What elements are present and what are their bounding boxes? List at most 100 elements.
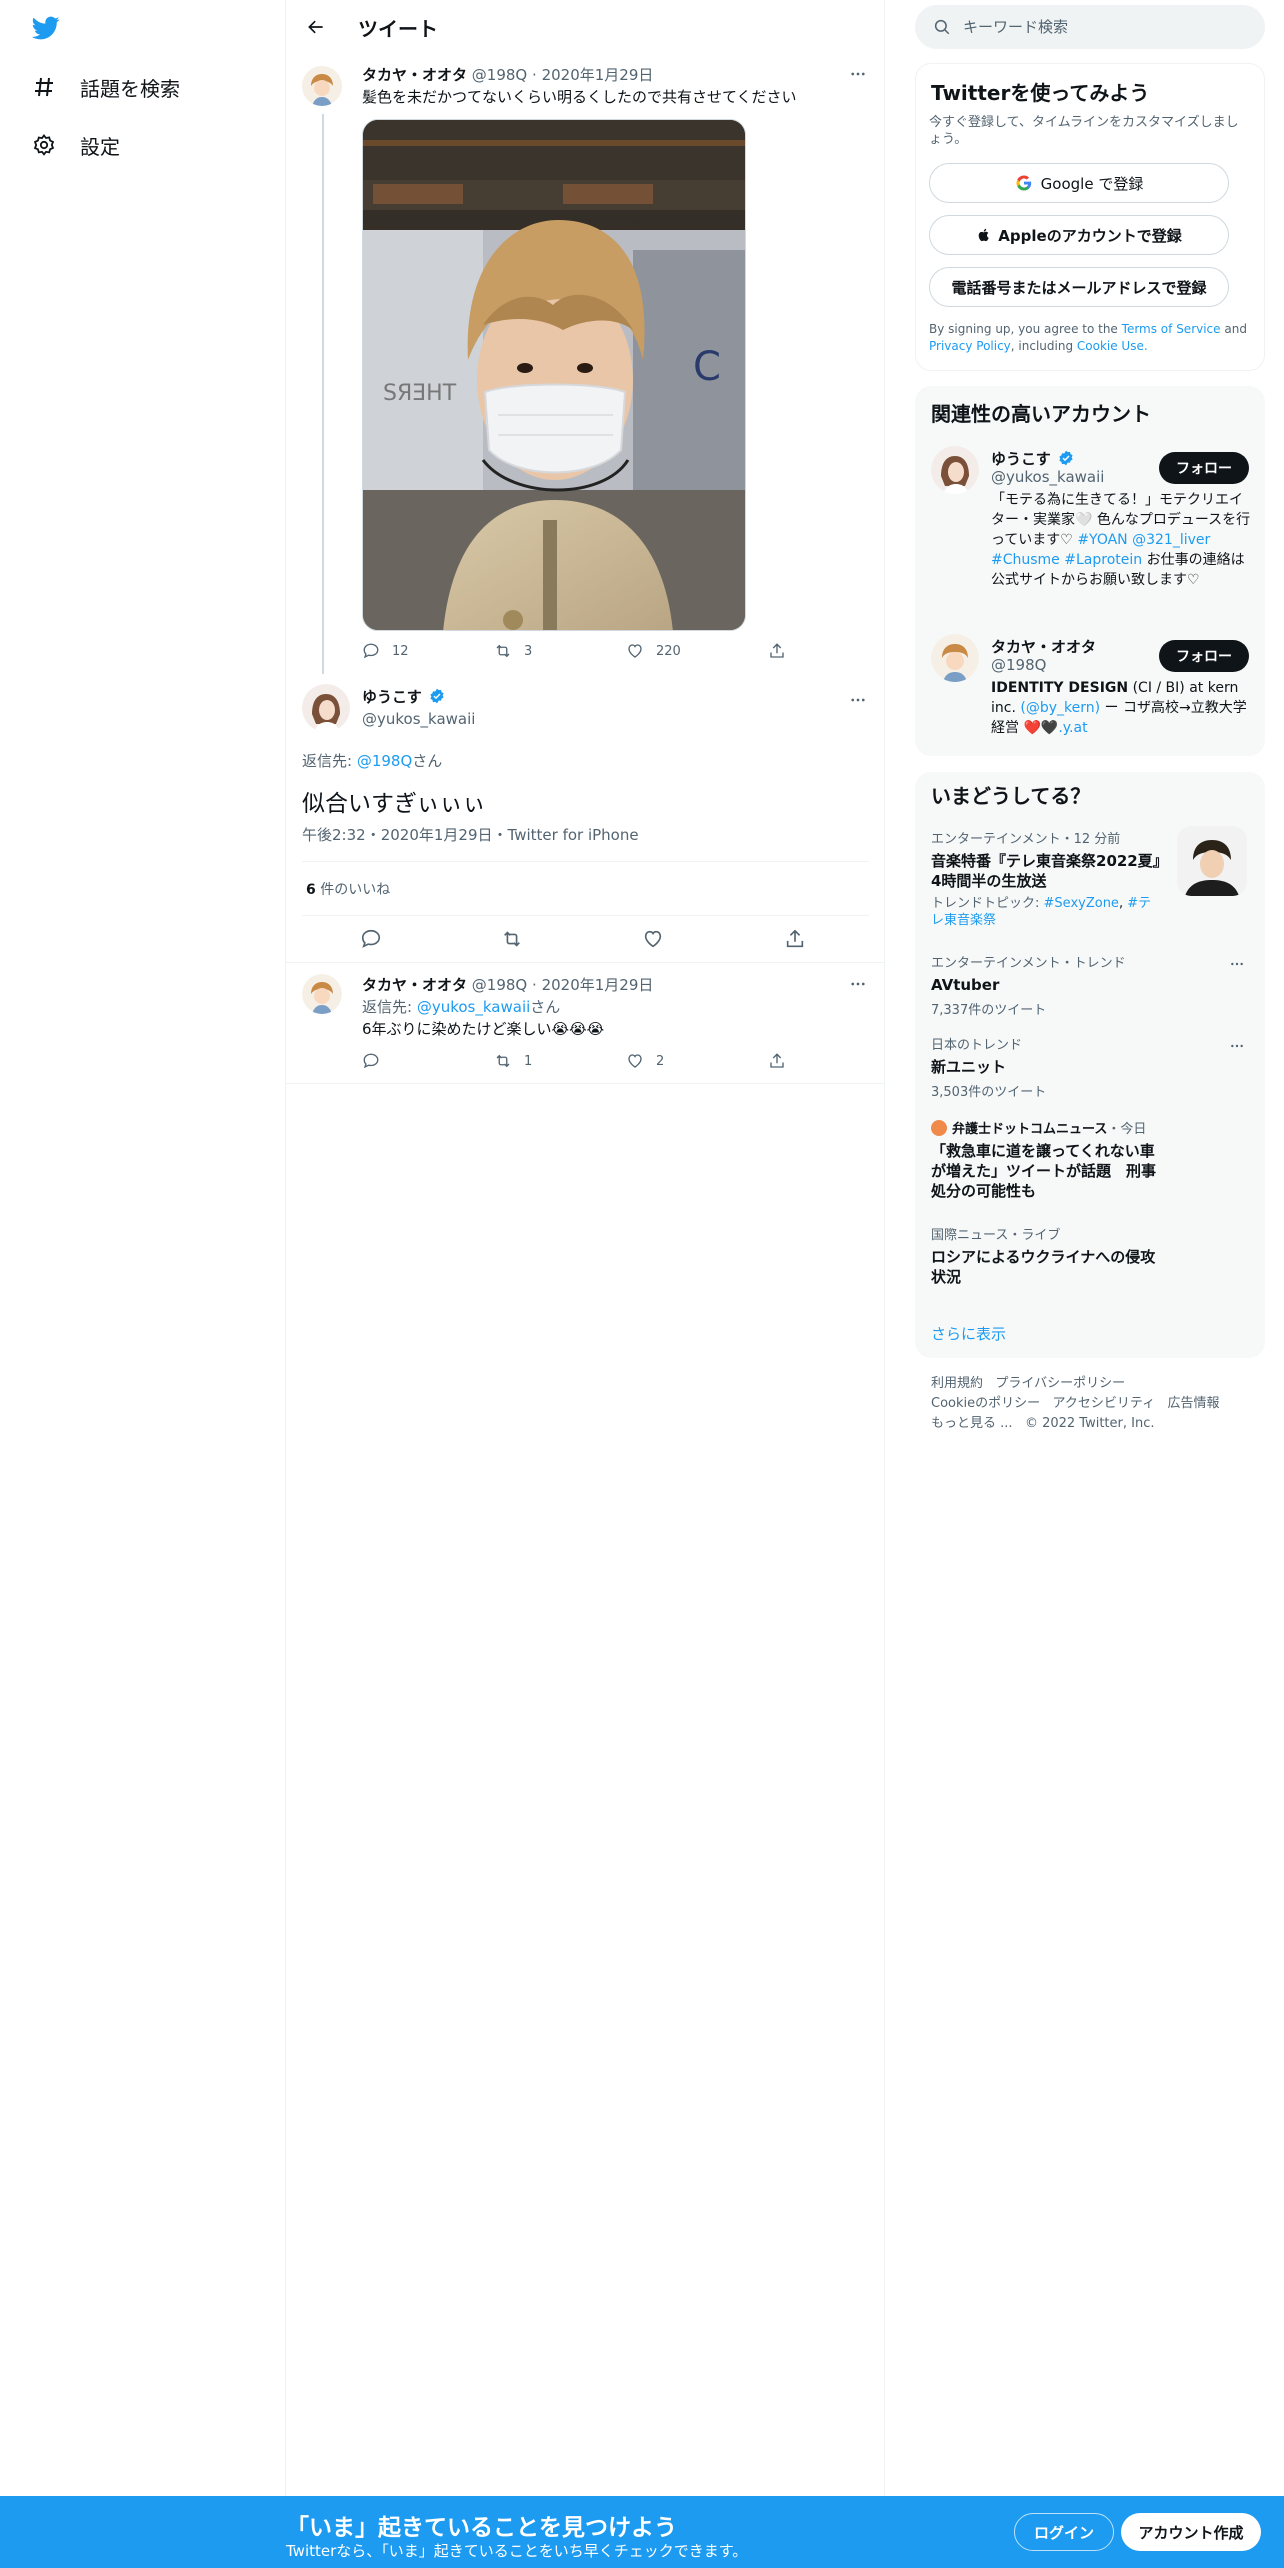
- tweet-date[interactable]: 2020年1月29日: [542, 976, 654, 994]
- news-title: ロシアによるウクライナへの侵攻状況: [931, 1248, 1156, 1286]
- trend-topic-label: トレンドトピック:: [931, 896, 1040, 911]
- tweet-date[interactable]: 2020年1月29日: [381, 826, 493, 844]
- author-handle[interactable]: @yukos_kawaii: [362, 710, 475, 728]
- avatar[interactable]: [302, 974, 342, 1014]
- search-icon: [933, 18, 951, 36]
- more-icon[interactable]: [1225, 952, 1249, 976]
- signup-subtitle: 今すぐ登録して、タイムラインをカスタマイズしましょう。: [929, 115, 1239, 147]
- footer-link[interactable]: Cookieのポリシー: [931, 1396, 1040, 1411]
- bottom-signup-bar: 「いま」起きていることを見つけよう Twitterなら、「いま」起きていることを…: [0, 2496, 1284, 2568]
- retweet-button[interactable]: [501, 928, 523, 950]
- tweet-photo[interactable]: SЯƎHT C: [362, 119, 746, 631]
- share-button[interactable]: [768, 642, 786, 660]
- terms-link[interactable]: Terms of Service: [1122, 322, 1221, 336]
- like-button[interactable]: 2: [626, 1052, 664, 1070]
- author-name[interactable]: ゆうこす: [362, 688, 422, 706]
- share-button[interactable]: [768, 1052, 786, 1070]
- bio-link[interactable]: (@by_kern): [1020, 700, 1100, 716]
- retweet-button[interactable]: 3: [494, 642, 532, 660]
- like-button[interactable]: 220: [626, 642, 681, 660]
- footer-link[interactable]: アクセシビリティ: [1053, 1396, 1156, 1411]
- author-handle[interactable]: @198Q: [472, 976, 527, 994]
- like-summary[interactable]: 6 件のいいね: [306, 879, 390, 899]
- google-signup-label: Google で登録: [1040, 174, 1144, 193]
- share-icon: [770, 643, 784, 658]
- bio-text: IDENTITY DESIGN: [991, 680, 1129, 696]
- more-icon[interactable]: [846, 688, 870, 712]
- privacy-link[interactable]: Privacy Policy: [929, 339, 1011, 353]
- thread-line: [322, 114, 324, 674]
- like-button[interactable]: [642, 928, 664, 950]
- tweet-text: 髪色を未だかつてないくらい明るくしたので共有させてください: [362, 88, 797, 106]
- bio-link[interactable]: ❤️🖤.y.at: [1023, 720, 1087, 736]
- focused-tweet: ゆうこす @yukos_kawaii 返信先: @198Qさん 似合いすぎぃぃぃ…: [286, 684, 885, 964]
- retweet-icon: [496, 644, 510, 658]
- nav-settings-label: 設定: [80, 134, 120, 159]
- account-name[interactable]: ゆうこす: [991, 450, 1051, 468]
- reply-to-link[interactable]: @198Q: [357, 752, 412, 770]
- news-source: 弁護士ドットコムニュース: [952, 1122, 1108, 1137]
- follow-button[interactable]: フォロー: [1159, 640, 1249, 672]
- footer-more-link[interactable]: もっと見る ...: [931, 1416, 1013, 1431]
- reply-button[interactable]: [362, 1052, 392, 1070]
- more-icon[interactable]: [846, 62, 870, 86]
- login-button[interactable]: ログイン: [1014, 2513, 1114, 2551]
- search-input[interactable]: [963, 18, 1243, 36]
- more-icon[interactable]: [846, 972, 870, 996]
- main-column: ツイート タカヤ・オオタ @198Q · 2020年1月29日 髪色を未だかつて…: [286, 0, 885, 2496]
- footer-link[interactable]: プライバシーポリシー: [995, 1376, 1125, 1391]
- reply-count: 12: [392, 643, 409, 659]
- follow-button[interactable]: フォロー: [1159, 452, 1249, 484]
- parent-tweet[interactable]: タカヤ・オオタ @198Q · 2020年1月29日 髪色を未だかつてないくらい…: [286, 60, 885, 680]
- share-icon: [786, 929, 804, 948]
- account-handle[interactable]: @yukos_kawaii: [991, 468, 1104, 486]
- bio-link[interactable]: #YOAN: [1077, 532, 1127, 548]
- nav-explore[interactable]: 話題を検索: [30, 67, 180, 107]
- trend-item[interactable]: エンターテインメント・トレンド AVtuber 7,337件のツイート: [931, 952, 1251, 1018]
- bio-link[interactable]: #Laprotein: [1064, 552, 1142, 568]
- trend-topic-link[interactable]: #SexyZone: [1044, 896, 1119, 911]
- avatar[interactable]: [302, 66, 342, 106]
- account-handle[interactable]: @198Q: [991, 656, 1046, 674]
- svg-text:C: C: [693, 344, 721, 390]
- author-name[interactable]: タカヤ・オオタ: [362, 976, 467, 994]
- signup-button[interactable]: アカウント作成: [1121, 2513, 1261, 2551]
- avatar[interactable]: [931, 634, 979, 682]
- reply-tweet[interactable]: タカヤ・オオタ @198Q · 2020年1月29日 返信先: @yukos_k…: [286, 968, 885, 1082]
- reply-button[interactable]: [360, 928, 382, 950]
- phone-email-signup-button[interactable]: 電話番号またはメールアドレスで登録: [929, 267, 1229, 307]
- twitter-logo-icon[interactable]: [30, 14, 66, 44]
- reply-button[interactable]: 12: [362, 642, 409, 660]
- apple-signup-button[interactable]: Appleのアカウントで登録: [929, 215, 1229, 255]
- account-name[interactable]: タカヤ・オオタ: [991, 636, 1096, 657]
- nav-settings[interactable]: 設定: [30, 125, 120, 165]
- reply-suffix: さん: [412, 752, 443, 770]
- bio-link[interactable]: @321_liver: [1132, 532, 1210, 548]
- avatar[interactable]: [302, 684, 350, 732]
- avatar[interactable]: [931, 446, 979, 494]
- reply-to-link[interactable]: @yukos_kawaii: [417, 998, 530, 1016]
- author-handle[interactable]: @198Q: [472, 66, 527, 84]
- show-more-link[interactable]: さらに表示: [931, 1323, 1006, 1344]
- footer-link[interactable]: 利用規約: [931, 1376, 983, 1391]
- cookie-link[interactable]: Cookie Use.: [1077, 339, 1148, 353]
- tweet-time[interactable]: 午後2:32: [302, 826, 366, 844]
- like-label: 件のいいね: [320, 882, 391, 898]
- more-icon[interactable]: [1225, 1034, 1249, 1058]
- retweet-button[interactable]: 1: [494, 1052, 532, 1070]
- footer-link[interactable]: 広告情報: [1168, 1396, 1220, 1411]
- author-name[interactable]: タカヤ・オオタ: [362, 66, 467, 84]
- news-item[interactable]: 国際ニュース・ライブ ロシアによるウクライナへの侵攻状況: [931, 1224, 1251, 1287]
- bio-link[interactable]: #Chusme: [991, 552, 1060, 568]
- trend-thumbnail[interactable]: [1177, 826, 1247, 896]
- retweet-icon: [496, 1054, 510, 1068]
- back-button[interactable]: [298, 9, 334, 45]
- tweet-date[interactable]: 2020年1月29日: [542, 66, 654, 84]
- share-button[interactable]: [784, 928, 806, 950]
- left-nav: 話題を検索 設定: [0, 0, 286, 2496]
- google-signup-button[interactable]: Google で登録: [929, 163, 1229, 203]
- search-box[interactable]: [915, 5, 1265, 49]
- trend-item[interactable]: 日本のトレンド 新ユニット 3,503件のツイート: [931, 1034, 1251, 1100]
- footer: 利用規約 プライバシーポリシー Cookieのポリシー アクセシビリティ 広告情…: [931, 1374, 1251, 1434]
- news-item[interactable]: 弁護士ドットコムニュース ・今日 「救急車に道を譲ってくれない車が増えた」ツイー…: [931, 1118, 1251, 1201]
